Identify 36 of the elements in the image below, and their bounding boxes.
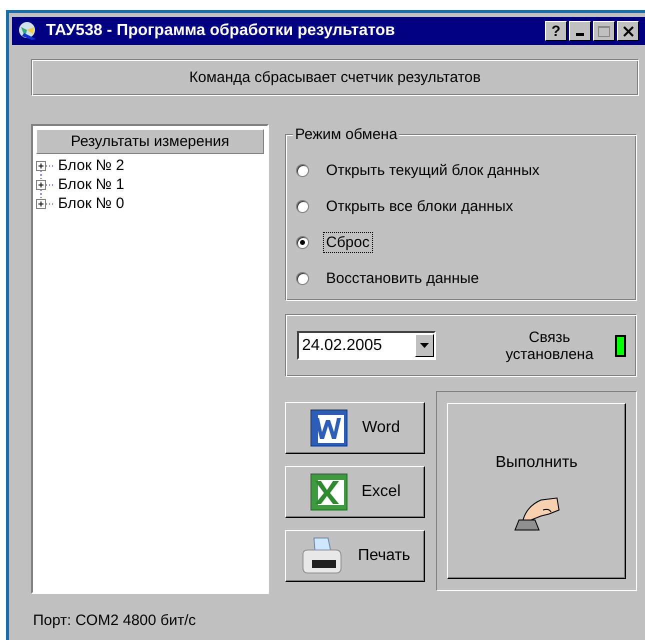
radio-button[interactable]: [296, 200, 309, 212]
radio-label[interactable]: Открыть текущий блок данных: [323, 160, 542, 180]
tree-item[interactable]: Блок № 1: [36, 175, 264, 194]
help-button[interactable]: ?: [545, 21, 567, 41]
tree-item[interactable]: Блок № 0: [36, 194, 264, 213]
minimize-button[interactable]: [569, 21, 591, 41]
radio-button[interactable]: [296, 272, 309, 284]
results-tree[interactable]: Результаты измерения Блок № 2 Блок № 1 Блок № 0: [31, 124, 269, 594]
tree-header[interactable]: Результаты измерения: [36, 129, 264, 154]
date-dropdown[interactable]: 24.02.2005: [297, 331, 436, 360]
dropdown-arrow-icon[interactable]: [420, 343, 429, 348]
printer-icon: [300, 536, 344, 576]
status-bar-text: Порт: COM2 4800 бит/с: [32, 612, 197, 629]
word-button[interactable]: Word: [285, 402, 426, 454]
radio-label[interactable]: Открыть все блоки данных: [323, 196, 516, 216]
close-icon: [622, 26, 634, 36]
radio-button[interactable]: [296, 236, 309, 248]
minimize-icon: [576, 33, 584, 36]
maximize-button[interactable]: [593, 21, 615, 41]
radio-button[interactable]: [296, 164, 309, 176]
message-panel: Команда сбрасывает счетчик результатов: [31, 59, 639, 96]
close-button[interactable]: [617, 21, 639, 41]
connection-status: Связь установлена: [504, 328, 594, 362]
window-title: ТАУ538 - Программа обработки результатов: [46, 22, 396, 40]
maximize-icon: [598, 26, 610, 36]
tree-item[interactable]: Блок № 2: [36, 156, 264, 175]
hand-pressing-button-icon: [512, 496, 561, 532]
execute-button[interactable]: Выполнить: [447, 403, 626, 579]
radio-label[interactable]: Сброс: [323, 232, 373, 252]
expand-icon[interactable]: [36, 175, 54, 194]
print-button[interactable]: Печать: [285, 530, 426, 582]
excel-icon: [310, 473, 348, 511]
radio-label[interactable]: Восстановить данные: [323, 268, 482, 288]
excel-button[interactable]: Excel: [285, 466, 426, 518]
word-icon: [310, 409, 348, 447]
app-icon: [18, 21, 38, 41]
